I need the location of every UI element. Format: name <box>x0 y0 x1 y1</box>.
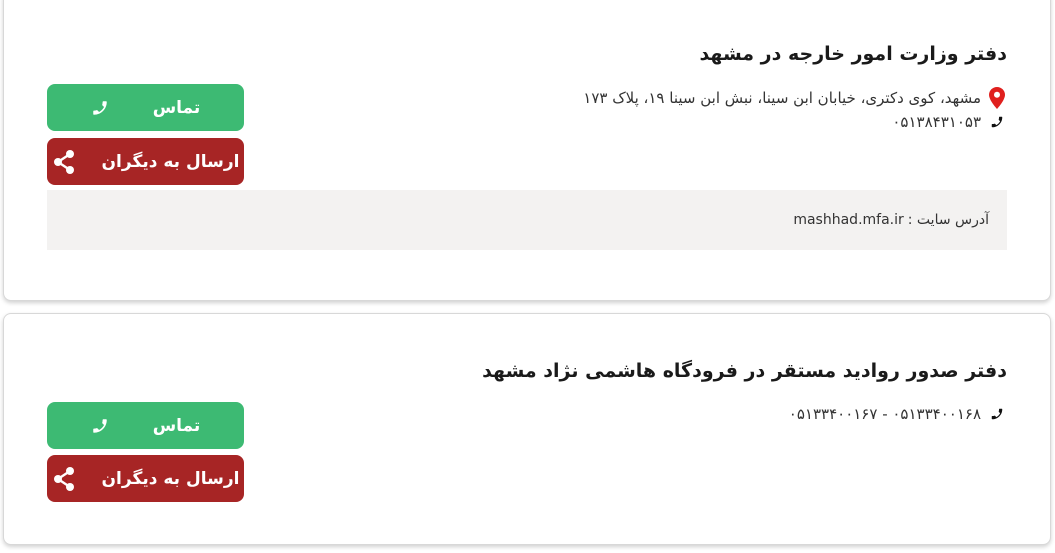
office-address: مشهد، کوی دکتری، خیابان ابن سینا، نبش اب… <box>583 87 1007 109</box>
phone-icon <box>987 115 1007 129</box>
phone-icon <box>987 407 1007 421</box>
address-text: مشهد، کوی دکتری، خیابان ابن سینا، نبش اب… <box>583 89 981 107</box>
phone-icon <box>91 417 109 435</box>
call-button[interactable]: تماس <box>47 84 244 131</box>
office-card: دفتر صدور روادید مستقر در فرودگاه هاشمی … <box>3 313 1051 545</box>
phone-text: ۰۵۱۳۸۴۳۱۰۵۳ <box>892 113 981 131</box>
office-phone[interactable]: ۰۵۱۳۳۴۰۰۱۶۸ - ۰۵۱۳۳۴۰۰۱۶۷ <box>789 405 1007 423</box>
website-box: آدرس سایت : mashhad.mfa.ir <box>47 190 1007 250</box>
share-button-label: ارسال به دیگران <box>101 468 240 489</box>
office-phone[interactable]: ۰۵۱۳۸۴۳۱۰۵۳ <box>892 113 1007 131</box>
office-card: دفتر وزارت امور خارجه در مشهد مشهد، کوی … <box>3 0 1051 301</box>
phone-text: ۰۵۱۳۳۴۰۰۱۶۸ - ۰۵۱۳۳۴۰۰۱۶۷ <box>788 405 981 423</box>
share-button[interactable]: ارسال به دیگران <box>47 455 244 502</box>
call-button-label: تماس <box>152 415 201 436</box>
call-button-label: تماس <box>152 97 201 118</box>
share-button[interactable]: ارسال به دیگران <box>47 138 244 185</box>
call-button[interactable]: تماس <box>47 402 244 449</box>
office-title: دفتر صدور روادید مستقر در فرودگاه هاشمی … <box>482 360 1007 382</box>
share-button-label: ارسال به دیگران <box>101 151 240 172</box>
share-icon <box>52 149 76 175</box>
office-title: دفتر وزارت امور خارجه در مشهد <box>699 43 1007 65</box>
website-link[interactable]: mashhad.mfa.ir <box>793 212 903 228</box>
phone-icon <box>91 99 109 117</box>
location-pin-icon <box>987 87 1007 109</box>
website-label: آدرس سایت : <box>907 212 989 228</box>
share-icon <box>52 466 76 492</box>
